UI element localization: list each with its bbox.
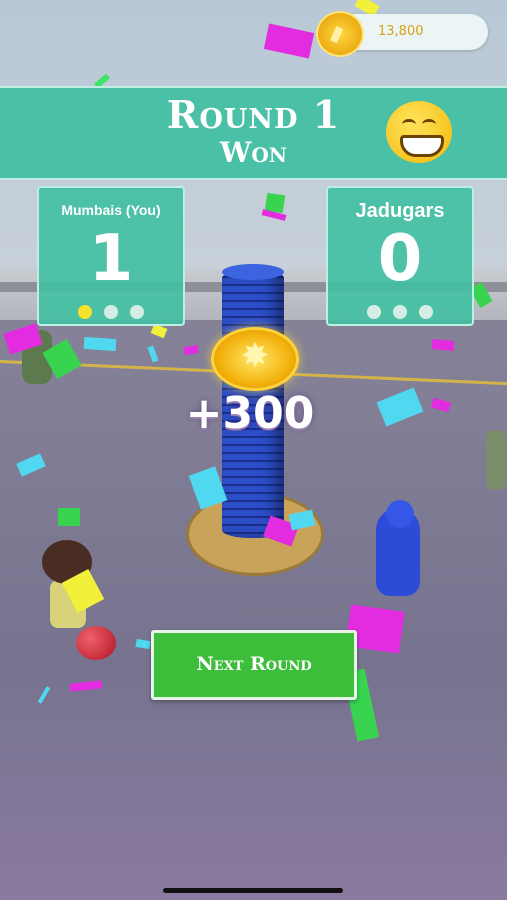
confetti [58, 508, 80, 526]
emoji-eye [402, 119, 416, 130]
reward-amount: +300 [185, 388, 315, 439]
confetti [431, 338, 455, 352]
grinning-face-icon [386, 101, 452, 163]
round-dot [367, 305, 381, 319]
team-score: 1 [88, 222, 134, 296]
coin-balance-value: 13,800 [378, 24, 424, 39]
reward-coin-icon [211, 327, 299, 391]
player-character [376, 500, 420, 596]
emoji-eye [422, 119, 436, 130]
round-dot [104, 305, 118, 319]
round-dot [419, 305, 433, 319]
coin-tower-top [222, 264, 284, 280]
confetti [83, 336, 117, 352]
emoji-mouth [400, 135, 444, 157]
round-dot [130, 305, 144, 319]
team-score: 0 [377, 222, 423, 296]
next-round-label: Next Round [196, 653, 312, 675]
round-dot [393, 305, 407, 319]
round-dot-won [78, 305, 92, 319]
next-round-button[interactable]: Next Round [151, 630, 357, 700]
team-score-card-you: Mumbais (You) 1 [37, 186, 185, 326]
team-score-card-opponent: Jadugars 0 [326, 186, 474, 326]
coin-icon [316, 11, 364, 57]
home-indicator[interactable] [163, 888, 343, 893]
red-ball [76, 626, 116, 660]
round-dots [39, 304, 183, 323]
team-name: Mumbais (You) [61, 202, 161, 218]
round-dots [328, 304, 472, 323]
player-character [486, 430, 506, 490]
team-name: Jadugars [355, 200, 445, 222]
